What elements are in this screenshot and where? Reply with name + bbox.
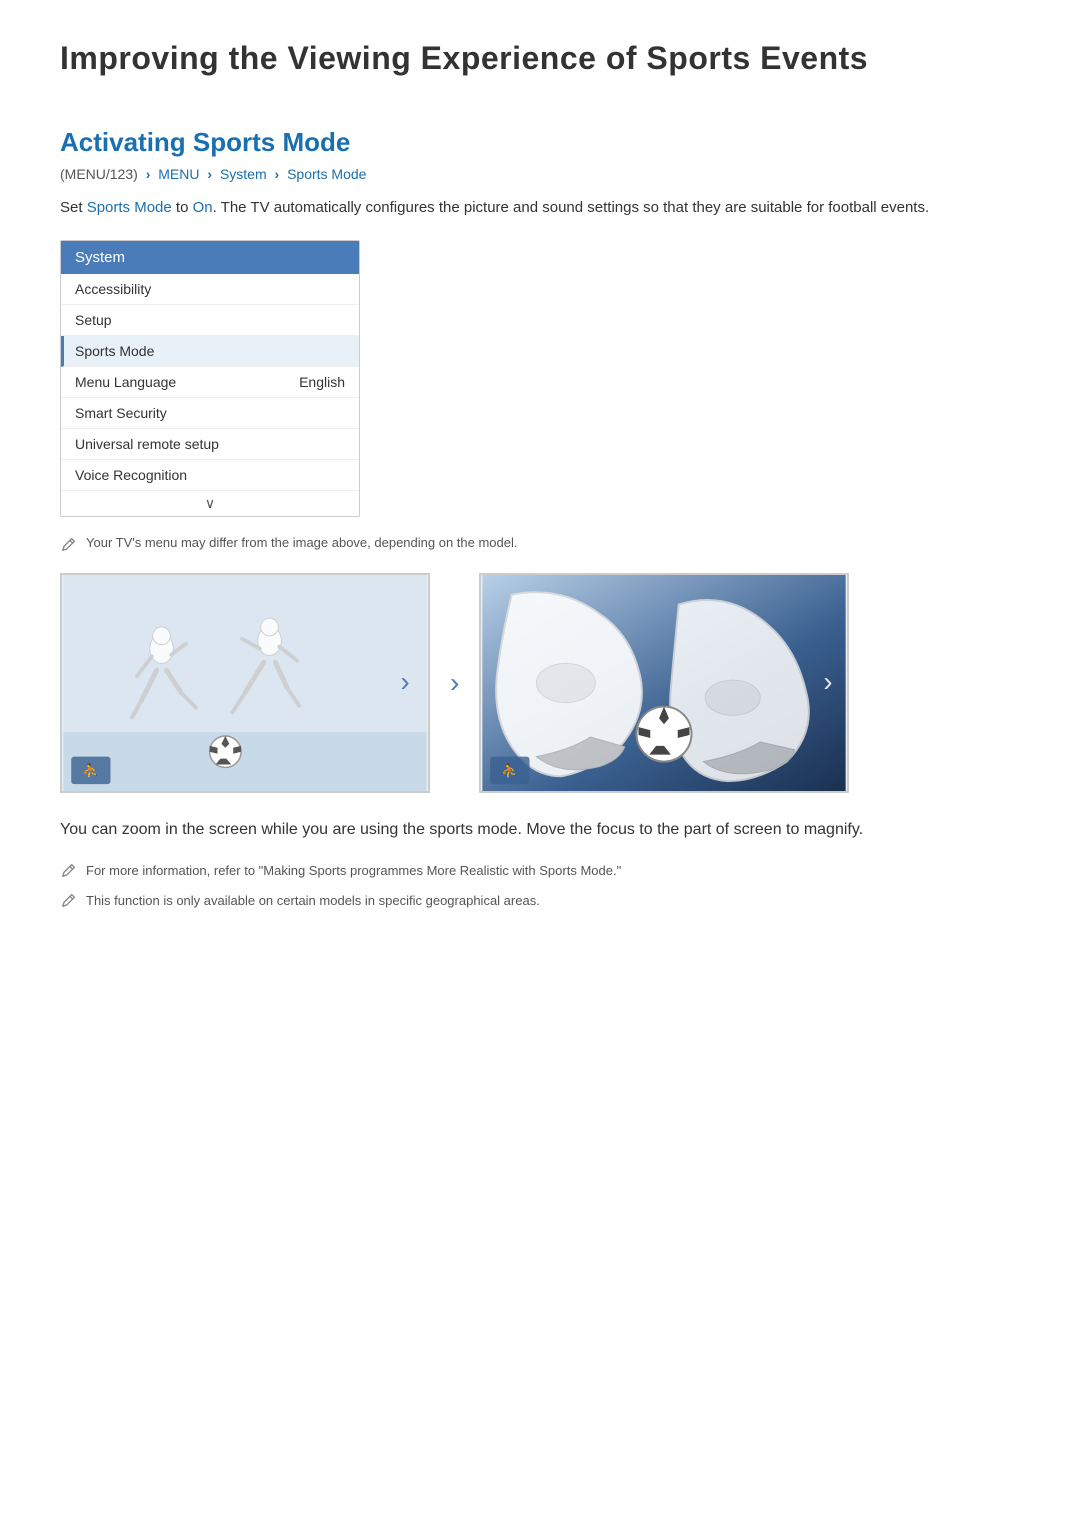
page-title: Improving the Viewing Experience of Spor…	[60, 40, 1020, 87]
desc-highlight-on: On	[193, 199, 213, 216]
menu-item-smart-security[interactable]: Smart Security	[61, 398, 359, 429]
images-row: ⛹ › ›	[60, 573, 1020, 793]
menu-item-label: Voice Recognition	[75, 467, 187, 483]
svg-text:›: ›	[824, 666, 833, 697]
section-title: Activating Sports Mode	[60, 127, 1020, 158]
menu-item-value: English	[299, 374, 345, 390]
menu-item-label: Accessibility	[75, 281, 151, 297]
description: Set Sports Mode to On. The TV automatica…	[60, 196, 1020, 220]
breadcrumb: (MENU/123) › MENU › System › Sports Mode	[60, 166, 1020, 182]
pencil-icon	[60, 535, 78, 553]
menu-item-sports-mode[interactable]: Sports Mode	[61, 336, 359, 367]
footer-note-1-text: For more information, refer to "Making S…	[86, 861, 621, 881]
note-text: Your TV's menu may differ from the image…	[86, 535, 518, 550]
menu-box: System Accessibility Setup Sports Mode M…	[60, 240, 360, 517]
menu-item-menu-language[interactable]: Menu Language English	[61, 367, 359, 398]
breadcrumb-system: System	[220, 166, 267, 182]
footer-note-2: This function is only available on certa…	[60, 891, 1020, 911]
svg-text:⛹: ⛹	[82, 762, 99, 779]
breadcrumb-menu-num: (MENU/123)	[60, 166, 138, 182]
body-text: You can zoom in the screen while you are…	[60, 817, 1020, 843]
menu-item-label: Smart Security	[75, 405, 167, 421]
menu-item-voice-recognition[interactable]: Voice Recognition	[61, 460, 359, 491]
svg-text:›: ›	[400, 666, 409, 697]
pencil-icon-1	[60, 861, 78, 879]
menu-chevron-down[interactable]: ∨	[61, 491, 359, 516]
menu-item-setup[interactable]: Setup	[61, 305, 359, 336]
note-above-images: Your TV's menu may differ from the image…	[60, 535, 1020, 553]
menu-item-label: Menu Language	[75, 374, 176, 390]
menu-box-title: System	[61, 241, 359, 274]
footer-notes: For more information, refer to "Making S…	[60, 861, 1020, 910]
menu-item-universal-remote[interactable]: Universal remote setup	[61, 429, 359, 460]
footer-note-2-text: This function is only available on certa…	[86, 891, 540, 911]
menu-item-label: Universal remote setup	[75, 436, 219, 452]
footer-note-1: For more information, refer to "Making S…	[60, 861, 1020, 881]
breadcrumb-sports-mode: Sports Mode	[287, 166, 366, 182]
menu-item-label: Setup	[75, 312, 112, 328]
pencil-icon-2	[60, 891, 78, 909]
tv-screenshot-2: ⛹ ›	[479, 573, 849, 793]
desc-highlight-sports-mode: Sports Mode	[87, 199, 172, 216]
menu-item-label: Sports Mode	[75, 343, 154, 359]
image-nav-arrow[interactable]: ›	[450, 667, 459, 699]
breadcrumb-menu: MENU	[158, 166, 199, 182]
menu-item-accessibility[interactable]: Accessibility	[61, 274, 359, 305]
svg-text:⛹: ⛹	[502, 762, 519, 779]
tv-screenshot-1: ⛹ ›	[60, 573, 430, 793]
